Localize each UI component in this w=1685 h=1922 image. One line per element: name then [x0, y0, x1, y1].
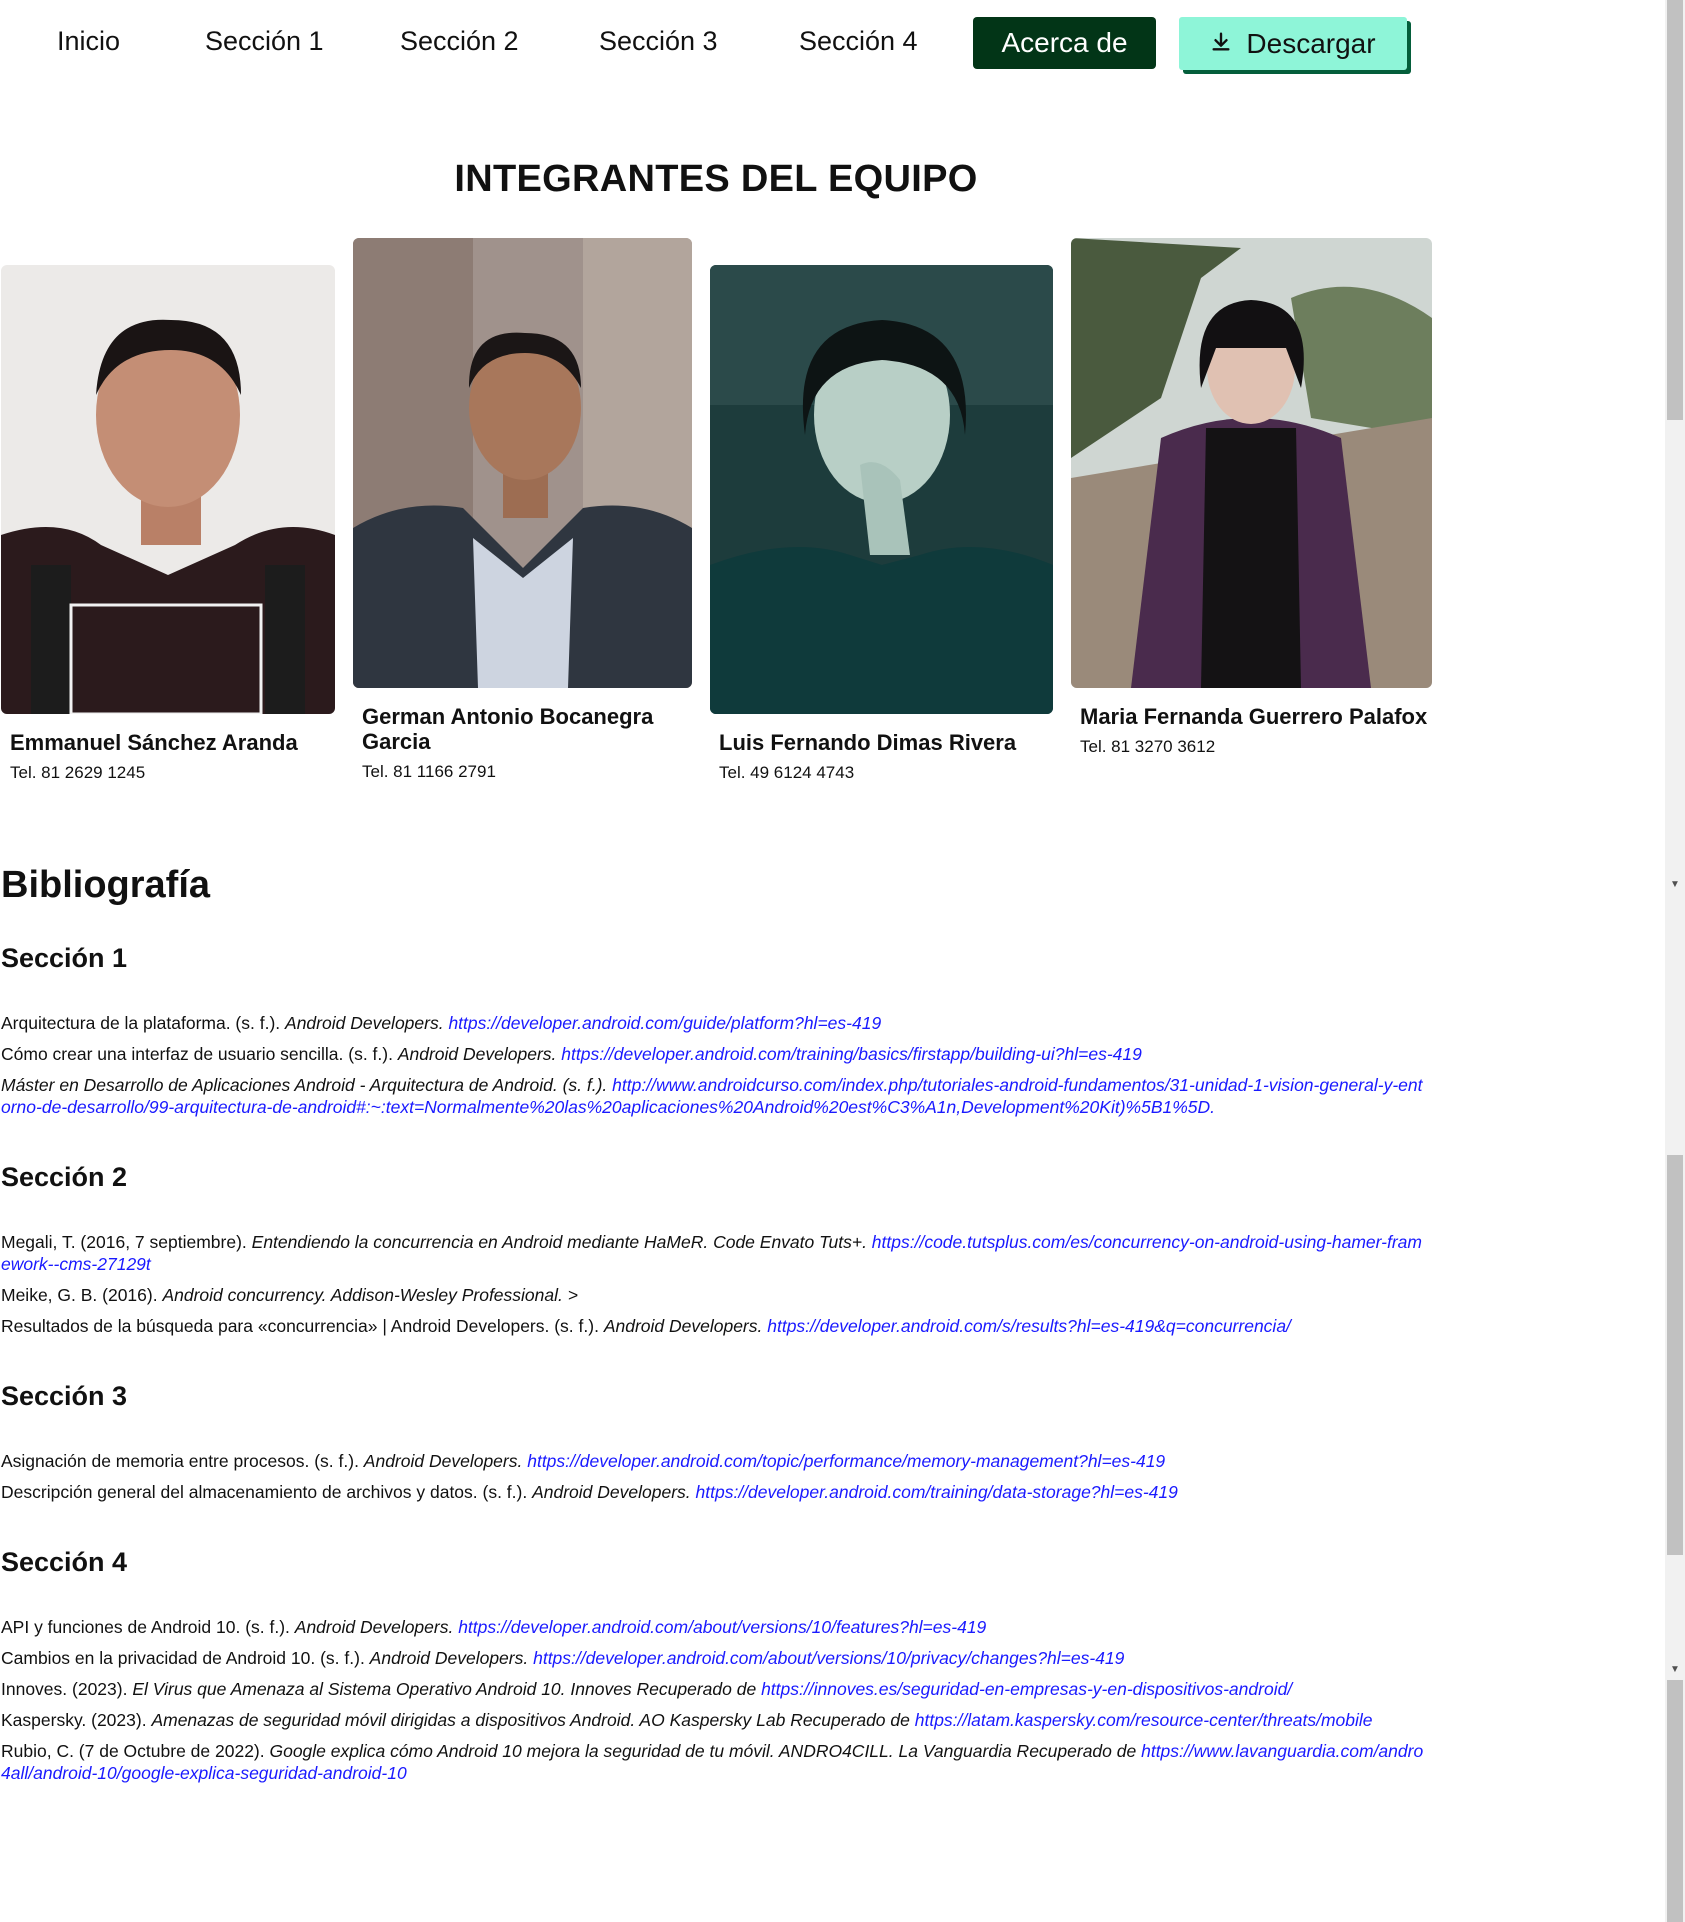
nav-link-seccion-4[interactable]: Sección 4 [799, 26, 918, 57]
reference-text: Innoves. (2023). [1, 1679, 133, 1699]
member-phone: Tel. 49 6124 4743 [719, 763, 855, 782]
reference-link[interactable]: https://developer.android.com/training/d… [696, 1482, 1178, 1502]
member-name: Luis Fernando Dimas Rivera [719, 730, 1017, 755]
section-heading: Sección 1 [1, 943, 128, 973]
reference-entry: Meike, G. B. (2016). Android concurrency… [1, 1284, 1431, 1306]
section-heading: Sección 3 [1, 1381, 128, 1411]
scrollbar-thumb-secondary[interactable] [1667, 1155, 1683, 1555]
bibliography-section: Sección 4 API y funciones de Android 10. … [1, 1547, 1431, 1784]
reference-entry: Kaspersky. (2023). Amenazas de seguridad… [1, 1709, 1431, 1731]
reference-source: Android Developers. [532, 1482, 696, 1502]
member-name: German Antonio Bocanegra Garcia [362, 704, 654, 754]
reference-entry: API y funciones de Android 10. (s. f.). … [1, 1616, 1431, 1638]
member-phone: Tel. 81 3270 3612 [1080, 737, 1216, 756]
reference-link[interactable]: https://developer.android.com/about/vers… [533, 1648, 1124, 1668]
scrollbar-thumb-tertiary[interactable] [1667, 1680, 1683, 1922]
reference-entry: Cómo crear una interfaz de usuario senci… [1, 1043, 1431, 1065]
bibliography-section: Sección 2 Megali, T. (2016, 7 septiembre)… [1, 1162, 1431, 1337]
reference-source: Entendiendo la concurrencia en Android m… [251, 1232, 872, 1252]
reference-text: Arquitectura de la plataforma. (s. f.). [1, 1013, 286, 1033]
download-button[interactable]: Descargar [1179, 17, 1407, 70]
bibliography: Bibliografía Sección 1 Arquitectura de la… [1, 864, 1431, 1828]
bibliography-title: Bibliografía [1, 864, 211, 906]
reference-text: Cómo crear una interfaz de usuario senci… [1, 1044, 398, 1064]
reference-text: Meike, G. B. (2016). [1, 1285, 163, 1305]
member-name: Maria Fernanda Guerrero Palafox [1080, 704, 1428, 729]
reference-entry: Descripción general del almacenamiento d… [1, 1481, 1431, 1503]
team-member-card: Luis Fernando Dimas Rivera Tel. 49 6124 … [710, 265, 1053, 783]
member-photo [1, 265, 335, 714]
about-button[interactable]: Acerca de [973, 17, 1156, 69]
reference-link[interactable]: https://developer.android.com/guide/plat… [448, 1013, 881, 1033]
reference-text: Asignación de memoria entre procesos. (s… [1, 1451, 364, 1471]
bibliography-sections: Sección 1 Arquitectura de la plataforma. … [1, 943, 1431, 1784]
reference-link[interactable]: https://developer.android.com/s/results?… [767, 1316, 1291, 1336]
nav-link-seccion-3[interactable]: Sección 3 [599, 26, 718, 57]
team-title: INTEGRANTES DEL EQUIPO [454, 158, 978, 200]
member-photo [353, 238, 692, 688]
member-phone: Tel. 81 2629 1245 [10, 763, 146, 782]
reference-source: Android Developers. [363, 1451, 528, 1471]
team-member-card: Emmanuel Sánchez Aranda Tel. 81 2629 124… [1, 265, 335, 783]
reference-entry: Resultados de la búsqueda para «concurre… [1, 1315, 1431, 1337]
nav-link-seccion-1[interactable]: Sección 1 [205, 26, 324, 57]
reference-source: Android Developers. [603, 1316, 768, 1336]
reference-source: Máster en Desarrollo de Aplicaciones And… [1, 1075, 613, 1095]
reference-text: Kaspersky. (2023). [1, 1710, 152, 1730]
reference-text: Descripción general del almacenamiento d… [1, 1482, 533, 1502]
reference-link[interactable]: https://innoves.es/seguridad-en-empresas… [761, 1679, 1292, 1699]
reference-source: Android Developers. [369, 1648, 534, 1668]
reference-entry: Megali, T. (2016, 7 septiembre). Entendi… [1, 1231, 1431, 1275]
reference-text: Rubio, C. (7 de Octubre de 2022). [1, 1741, 270, 1761]
reference-entry: Asignación de memoria entre procesos. (s… [1, 1450, 1431, 1472]
reference-source: Amenazas de seguridad móvil dirigidas a … [151, 1710, 915, 1730]
reference-entry: Arquitectura de la plataforma. (s. f.). … [1, 1012, 1431, 1034]
reference-source: Android Developers. [285, 1013, 449, 1033]
member-name: Emmanuel Sánchez Aranda [10, 730, 298, 755]
reference-source: Android Developers. [294, 1617, 459, 1637]
nav-link-inicio[interactable]: Inicio [57, 26, 120, 57]
reference-entry: Máster en Desarrollo de Aplicaciones And… [1, 1074, 1431, 1118]
download-icon [1210, 28, 1232, 60]
reference-source: Google explica cómo Android 10 mejora la… [269, 1741, 1142, 1761]
reference-source: Android Developers. [397, 1044, 562, 1064]
scroll-down-arrow-icon[interactable]: ▼ [1669, 880, 1681, 890]
download-label: Descargar [1246, 27, 1376, 59]
section-heading: Sección 2 [1, 1162, 128, 1192]
page-scrollbar[interactable]: ▼ ▼ [1665, 0, 1685, 1922]
member-phone: Tel. 81 1166 2791 [362, 762, 496, 781]
nav-link-seccion-2[interactable]: Sección 2 [400, 26, 519, 57]
reference-link[interactable]: https://developer.android.com/about/vers… [458, 1617, 986, 1637]
reference-entry: Rubio, C. (7 de Octubre de 2022). Google… [1, 1740, 1431, 1784]
member-photo [1071, 238, 1432, 688]
member-photo [710, 265, 1053, 714]
top-navigation: Inicio Sección 1 Sección 2 Sección 3 Sec… [0, 0, 1665, 84]
reference-link[interactable]: https://developer.android.com/topic/perf… [527, 1451, 1165, 1471]
reference-link[interactable]: https://latam.kaspersky.com/resource-cen… [915, 1710, 1373, 1730]
reference-link[interactable]: https://developer.android.com/training/b… [561, 1044, 1142, 1064]
reference-text: Cambios en la privacidad de Android 10. … [1, 1648, 370, 1668]
bibliography-section: Sección 3 Asignación de memoria entre pro… [1, 1381, 1431, 1503]
reference-text: Resultados de la búsqueda para «concurre… [1, 1316, 604, 1336]
team-member-card: German Antonio Bocanegra Garcia Tel. 81 … [353, 238, 692, 782]
scrollbar-thumb[interactable] [1667, 0, 1683, 420]
reference-text: API y funciones de Android 10. (s. f.). [1, 1617, 295, 1637]
scroll-down-arrow-icon[interactable]: ▼ [1669, 1665, 1681, 1675]
section-heading: Sección 4 [1, 1547, 128, 1577]
team-member-card: Maria Fernanda Guerrero Palafox Tel. 81 … [1071, 238, 1432, 757]
reference-text: Megali, T. (2016, 7 septiembre). [1, 1232, 252, 1252]
reference-source: Android concurrency. Addison-Wesley Prof… [162, 1285, 578, 1305]
reference-source: El Virus que Amenaza al Sistema Operativ… [132, 1679, 762, 1699]
reference-entry: Cambios en la privacidad de Android 10. … [1, 1647, 1431, 1669]
reference-entry: Innoves. (2023). El Virus que Amenaza al… [1, 1678, 1431, 1700]
bibliography-section: Sección 1 Arquitectura de la plataforma. … [1, 943, 1431, 1118]
